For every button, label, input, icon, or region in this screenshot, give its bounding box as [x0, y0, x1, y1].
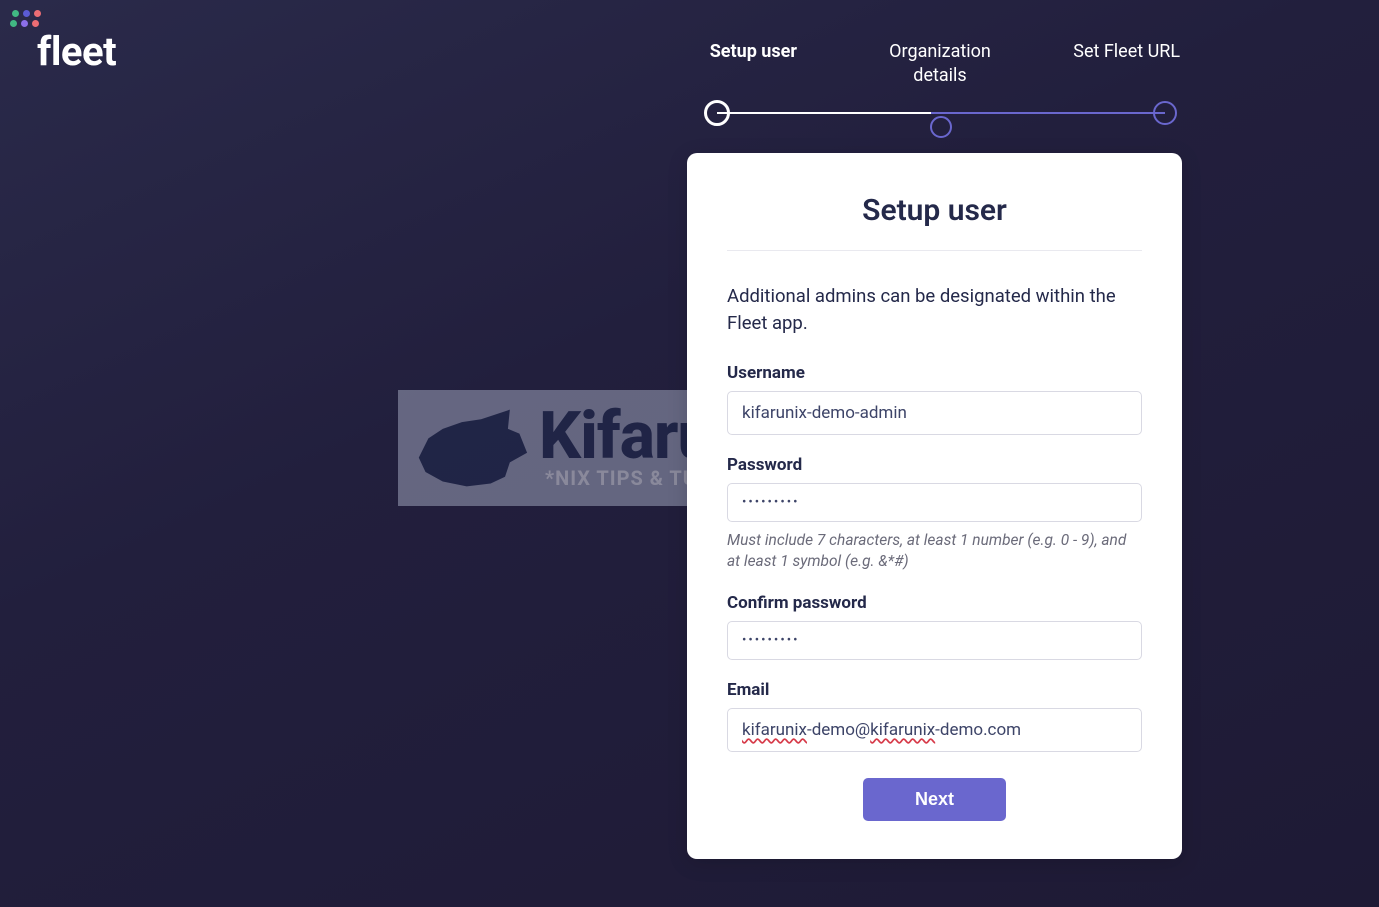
- username-group: Username: [727, 363, 1142, 435]
- logo-dot: [32, 20, 39, 27]
- step-label-org-details: Organization details: [847, 40, 1034, 89]
- rhino-icon: [414, 403, 529, 493]
- email-label: Email: [727, 680, 1142, 700]
- logo-dot: [23, 10, 30, 17]
- logo-text: fleet: [37, 28, 116, 75]
- logo-dots-row-1: [12, 10, 116, 17]
- card-title: Setup user: [727, 193, 1142, 228]
- step-circle-3: [1153, 101, 1177, 125]
- step-label-fleet-url: Set Fleet URL: [1033, 40, 1220, 89]
- password-label: Password: [727, 455, 1142, 475]
- fleet-logo: fleet: [12, 10, 116, 75]
- email-input[interactable]: kifarunix-demo@kifarunix-demo.com: [727, 708, 1142, 752]
- password-hint: Must include 7 characters, at least 1 nu…: [727, 530, 1142, 573]
- stepper-labels: Setup user Organization details Set Flee…: [660, 40, 1220, 89]
- card-divider: [727, 250, 1142, 251]
- step-circle-2: [930, 116, 952, 138]
- step-circle-1: [704, 100, 730, 126]
- email-group: Email kifarunix-demo@kifarunix-demo.com: [727, 680, 1142, 752]
- logo-dots-row-2: [10, 20, 116, 27]
- username-input[interactable]: [727, 391, 1142, 435]
- stepper-line-inactive: [931, 112, 1165, 114]
- step-label-setup-user: Setup user: [660, 40, 847, 89]
- confirm-password-group: Confirm password: [727, 593, 1142, 660]
- stepper-line-active: [717, 112, 931, 114]
- logo-dot: [12, 10, 19, 17]
- setup-stepper: Setup user Organization details Set Flee…: [660, 40, 1220, 127]
- username-label: Username: [727, 363, 1142, 383]
- confirm-password-label: Confirm password: [727, 593, 1142, 613]
- card-description: Additional admins can be designated with…: [727, 283, 1142, 337]
- logo-dot: [10, 20, 17, 27]
- stepper-track: [710, 99, 1170, 127]
- password-group: Password Must include 7 characters, at l…: [727, 455, 1142, 573]
- password-input[interactable]: [727, 483, 1142, 522]
- logo-dot: [21, 20, 28, 27]
- confirm-password-input[interactable]: [727, 621, 1142, 660]
- logo-dot: [34, 10, 41, 17]
- next-button[interactable]: Next: [863, 778, 1006, 821]
- setup-user-card: Setup user Additional admins can be desi…: [687, 153, 1182, 859]
